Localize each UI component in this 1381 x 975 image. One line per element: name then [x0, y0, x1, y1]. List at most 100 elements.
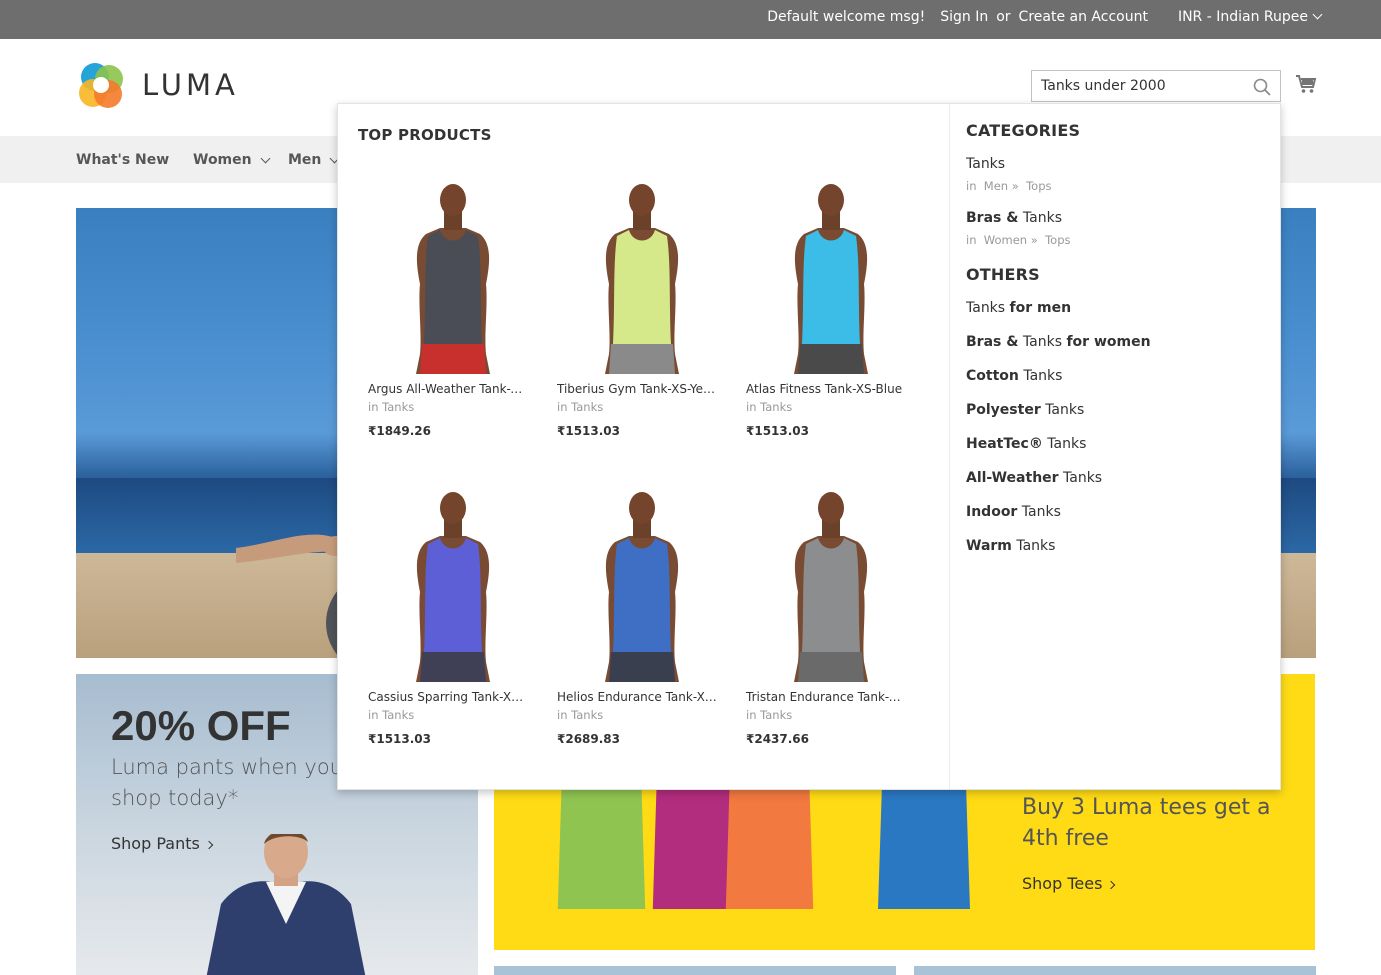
suggestion-prefix: Polyester	[966, 402, 1041, 418]
shop-pants-label: Shop Pants	[111, 834, 200, 853]
search-autocomplete-dropdown: TOP PRODUCTS Argus All-Weather Tank-X...…	[337, 103, 1281, 790]
suggestion-term: Tanks	[1022, 334, 1062, 350]
product-name[interactable]: Tiberius Gym Tank-XS-Yell...	[557, 382, 717, 396]
tee-image	[554, 784, 649, 909]
chevron-down-icon	[1312, 9, 1323, 20]
currency-label: INR - Indian Rupee	[1177, 9, 1308, 25]
category-path: in Women » Tops	[966, 233, 1071, 247]
suggestion-term: Tanks	[1063, 470, 1103, 486]
suggestion-term: Tanks	[1016, 538, 1056, 554]
suggestion-prefix: HeatTec®	[966, 436, 1043, 452]
top-products-title: TOP PRODUCTS	[358, 126, 492, 144]
sign-in-link[interactable]: Sign In	[940, 9, 988, 25]
suggestion-suffix: for women	[1066, 334, 1151, 350]
promo-headline: 20% OFF	[111, 702, 291, 749]
suggestion-prefix: Cotton	[966, 368, 1019, 384]
product-price: ₹1513.03	[746, 424, 810, 438]
other-suggestion[interactable]: Polyester Tanks	[966, 402, 1084, 418]
suggestion-suffix: for men	[1009, 300, 1072, 316]
product-price: ₹1513.03	[557, 424, 621, 438]
suggestion-prefix: All-Weather	[966, 470, 1059, 486]
nav-label: Women	[193, 152, 252, 168]
product-category: in Tanks	[557, 400, 604, 414]
product-name[interactable]: Helios Endurance Tank-XS...	[557, 690, 717, 704]
other-suggestion[interactable]: Cotton Tanks	[966, 368, 1062, 384]
category-path: in Men » Tops	[966, 179, 1052, 193]
product-image	[416, 492, 490, 682]
chevron-right-icon	[1107, 880, 1116, 890]
suggestion-term: Tanks	[1045, 402, 1085, 418]
promo-tees-text: Buy 3 Luma tees get a 4th free	[1022, 795, 1271, 851]
nav-item-women[interactable]: Women	[193, 152, 271, 168]
product-category: in Tanks	[746, 400, 793, 414]
search-input[interactable]	[1032, 71, 1242, 101]
nav-label: What's New	[76, 152, 170, 168]
tee-image	[874, 784, 974, 909]
shop-tees-label: Shop Tees	[1022, 874, 1103, 893]
nav-label: Men	[288, 152, 322, 168]
category-path-child[interactable]: Tops	[1026, 179, 1051, 193]
top-header-bar: Default welcome msg! Sign In or Create a…	[0, 0, 1381, 39]
other-suggestion[interactable]: Warm Tanks	[966, 538, 1055, 554]
product-price: ₹2437.66	[746, 732, 810, 746]
create-account-link[interactable]: Create an Account	[1019, 9, 1148, 25]
logo[interactable]: LUMA	[76, 60, 239, 110]
nav-item-men[interactable]: Men	[288, 152, 340, 168]
welcome-message: Default welcome msg!	[767, 9, 926, 25]
categories-title: CATEGORIES	[966, 121, 1081, 140]
category-suggestion[interactable]: Bras & Tanks	[966, 210, 1062, 226]
search-icon[interactable]	[1253, 78, 1271, 100]
promo-banner-strip	[914, 966, 1316, 975]
product-price: ₹1849.26	[368, 424, 432, 438]
category-path-in: in	[966, 179, 977, 193]
suggestion-term: Tanks	[1023, 368, 1063, 384]
product-name[interactable]: Atlas Fitness Tank-XS-Blue	[746, 382, 906, 396]
nav-item-whats-new[interactable]: What's New	[76, 152, 169, 168]
others-title: OTHERS	[966, 265, 1040, 284]
category-path-parent[interactable]: Men »	[984, 179, 1019, 193]
product-category: in Tanks	[557, 708, 604, 722]
suggestion-prefix: Bras &	[966, 334, 1019, 350]
category-suggestion[interactable]: Tanks	[966, 156, 1005, 172]
cart-icon[interactable]	[1295, 73, 1317, 99]
product-price: ₹2689.83	[557, 732, 621, 746]
promo-banner-strip	[494, 966, 896, 975]
logo-text: LUMA	[142, 68, 239, 102]
category-name: Tanks	[1022, 210, 1062, 226]
product-name[interactable]: Tristan Endurance Tank-X...	[746, 690, 906, 704]
suggestion-term: Tanks	[1021, 504, 1061, 520]
product-name[interactable]: Argus All-Weather Tank-X...	[368, 382, 528, 396]
luma-logo-icon	[79, 63, 123, 108]
category-path-in: in	[966, 233, 977, 247]
tee-image	[722, 784, 817, 909]
category-prefix: Bras &	[966, 210, 1019, 226]
category-path-parent[interactable]: Women »	[984, 233, 1038, 247]
product-image	[416, 184, 490, 374]
other-suggestion[interactable]: Tanks for men	[966, 300, 1071, 316]
product-image	[605, 492, 679, 682]
top-products-section: TOP PRODUCTS Argus All-Weather Tank-X...…	[338, 104, 950, 789]
other-suggestion[interactable]: Bras & Tanks for women	[966, 334, 1151, 350]
shop-tees-link[interactable]: Shop Tees	[1022, 874, 1116, 893]
category-path-child[interactable]: Tops	[1045, 233, 1070, 247]
promo-subtext: Luma pants when you shop today*	[111, 755, 343, 810]
suggestion-term: Tanks	[1047, 436, 1087, 452]
product-name[interactable]: Cassius Sparring Tank-XS-...	[368, 690, 528, 704]
suggestion-prefix: Indoor	[966, 504, 1018, 520]
promo-man-image	[206, 834, 366, 975]
product-category: in Tanks	[368, 708, 415, 722]
search-box	[1031, 70, 1281, 102]
category-name: Tanks	[966, 156, 1006, 172]
product-image	[794, 184, 868, 374]
product-image	[605, 184, 679, 374]
product-price: ₹1513.03	[368, 732, 432, 746]
other-suggestion[interactable]: HeatTec® Tanks	[966, 436, 1086, 452]
suggestion-term: Tanks	[966, 300, 1006, 316]
other-suggestion[interactable]: Indoor Tanks	[966, 504, 1061, 520]
other-suggestion[interactable]: All-Weather Tanks	[966, 470, 1102, 486]
suggestions-section: CATEGORIES Tanks in Men » Tops Bras & Tank…	[951, 104, 1281, 789]
or-text: or	[996, 9, 1011, 25]
header-links: Default welcome msg! Sign In or Create a…	[752, 9, 1323, 25]
currency-switcher[interactable]: INR - Indian Rupee	[1163, 9, 1323, 25]
suggestion-prefix: Warm	[966, 538, 1012, 554]
